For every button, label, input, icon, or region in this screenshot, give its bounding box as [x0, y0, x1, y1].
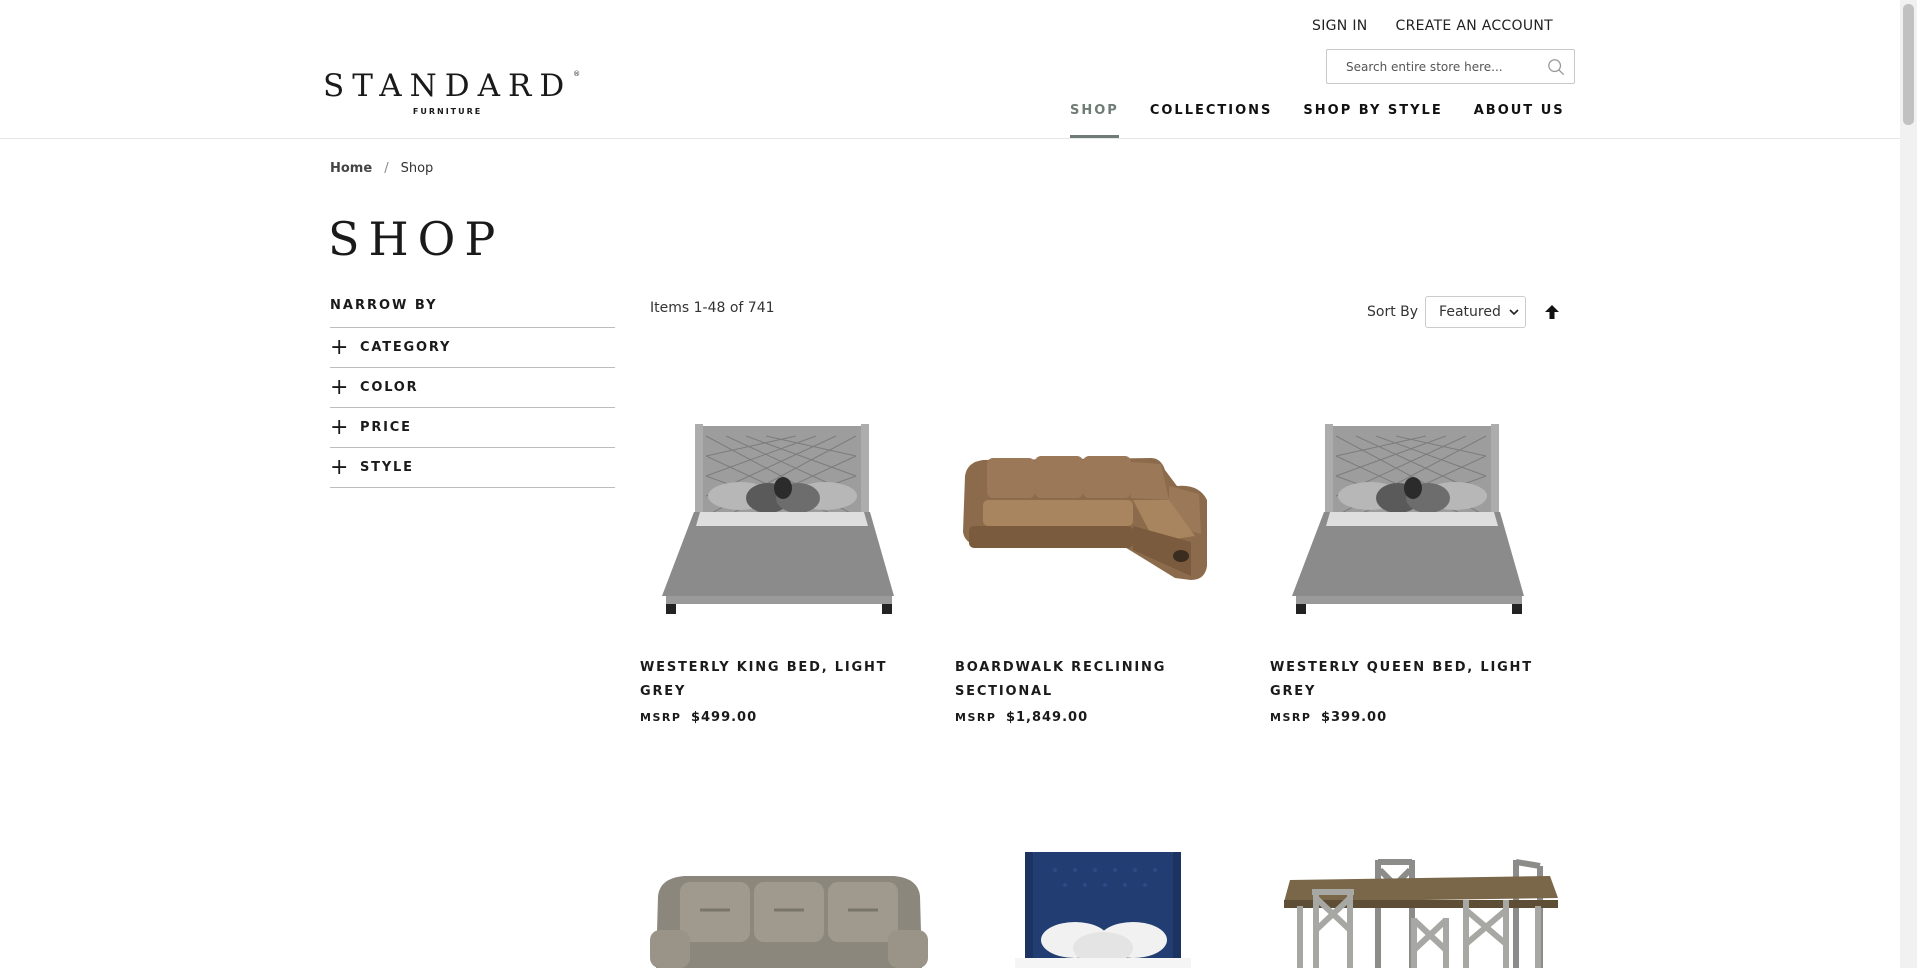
product-card: WESTERLY QUEEN BED, LIGHT GREY MSRP $399…	[1270, 366, 1568, 725]
sort-by-label: Sort By	[1367, 304, 1419, 320]
sort-selected-value: Featured	[1439, 304, 1501, 320]
plus-icon: +	[330, 334, 349, 360]
nav-about-us[interactable]: ABOUT US	[1474, 103, 1565, 138]
nav-shop-by-style[interactable]: SHOP BY STYLE	[1303, 103, 1442, 138]
plus-icon: +	[330, 414, 349, 440]
items-count: Items 1-48 of 741	[650, 300, 775, 316]
plus-icon: +	[330, 374, 349, 400]
plus-icon: +	[330, 454, 349, 480]
page-title: SHOP	[328, 212, 505, 266]
product-price: MSRP $1,849.00	[955, 710, 1253, 725]
search-box	[1326, 49, 1575, 84]
nav-collections[interactable]: COLLECTIONS	[1150, 103, 1273, 138]
filter-sidebar: NARROW BY + CATEGORY + COLOR + PRICE + S…	[330, 298, 615, 488]
site-logo[interactable]: STANDARD ® FURNITURE	[323, 68, 580, 116]
breadcrumb: Home / Shop	[330, 161, 433, 176]
product-name[interactable]: BOARDWALK RECLINING SECTIONAL	[955, 656, 1253, 704]
search-icon[interactable]	[1547, 58, 1565, 76]
product-card	[955, 840, 1253, 968]
filter-label: PRICE	[360, 420, 412, 435]
sign-in-link[interactable]: SIGN IN	[1312, 18, 1368, 34]
create-account-link[interactable]: CREATE AN ACCOUNT	[1396, 18, 1553, 34]
product-card	[1270, 840, 1568, 968]
grey-bed-image	[1292, 424, 1524, 614]
product-card: WESTERLY KING BED, LIGHT GREY MSRP $499.…	[640, 366, 938, 725]
main-navigation: SHOP COLLECTIONS SHOP BY STYLE ABOUT US	[1070, 103, 1565, 138]
account-links: SIGN IN CREATE AN ACCOUNT	[1312, 18, 1553, 34]
filter-label: STYLE	[360, 460, 414, 475]
filter-label: COLOR	[360, 380, 419, 395]
navy-bed-image	[1015, 852, 1191, 968]
product-price: MSRP $399.00	[1270, 710, 1568, 725]
price-value: $1,849.00	[1005, 710, 1089, 725]
msrp-label: MSRP	[640, 711, 682, 724]
grey-bed-image	[662, 424, 894, 614]
product-name[interactable]: WESTERLY KING BED, LIGHT GREY	[640, 656, 938, 704]
nav-shop[interactable]: SHOP	[1070, 103, 1119, 138]
msrp-label: MSRP	[955, 711, 997, 724]
narrow-by-heading: NARROW BY	[330, 298, 615, 328]
product-price: MSRP $499.00	[640, 710, 938, 725]
search-input[interactable]	[1346, 50, 1556, 83]
logo-registered-mark: ®	[573, 70, 581, 78]
logo-wordmark: STANDARD	[323, 68, 573, 104]
product-image[interactable]	[1270, 366, 1568, 656]
brown-sectional-image	[963, 456, 1207, 580]
page-scrollbar[interactable]	[1900, 0, 1917, 968]
scrollbar-thumb[interactable]	[1903, 4, 1914, 125]
filter-label: CATEGORY	[360, 340, 452, 355]
breadcrumb-separator: /	[384, 161, 389, 176]
logo-subtitle: FURNITURE	[412, 107, 483, 116]
product-card	[640, 840, 938, 968]
msrp-label: MSRP	[1270, 711, 1312, 724]
site-header: SIGN IN CREATE AN ACCOUNT STANDARD ® FUR…	[0, 0, 1900, 139]
grey-sofa-image	[650, 876, 928, 968]
dining-set-image	[1284, 859, 1558, 968]
sort-select[interactable]: Featured	[1425, 296, 1527, 328]
product-image[interactable]	[640, 840, 938, 968]
chevron-down-icon	[1509, 308, 1519, 315]
product-card: BOARDWALK RECLINING SECTIONAL MSRP $1,84…	[955, 366, 1253, 725]
sort-control: Sort By Featured	[1367, 296, 1561, 328]
filter-color[interactable]: + COLOR	[330, 368, 615, 408]
breadcrumb-current: Shop	[400, 161, 434, 176]
product-name[interactable]: WESTERLY QUEEN BED, LIGHT GREY	[1270, 656, 1568, 704]
breadcrumb-home[interactable]: Home	[330, 161, 372, 176]
product-image[interactable]	[640, 366, 938, 656]
filter-price[interactable]: + PRICE	[330, 408, 615, 448]
filter-style[interactable]: + STYLE	[330, 448, 615, 488]
product-image[interactable]	[1270, 840, 1568, 968]
price-value: $499.00	[690, 710, 758, 725]
price-value: $399.00	[1320, 710, 1388, 725]
sort-direction-arrow-icon[interactable]	[1543, 303, 1561, 321]
product-image[interactable]	[955, 366, 1253, 656]
product-image[interactable]	[955, 840, 1253, 968]
filter-category[interactable]: + CATEGORY	[330, 328, 615, 368]
